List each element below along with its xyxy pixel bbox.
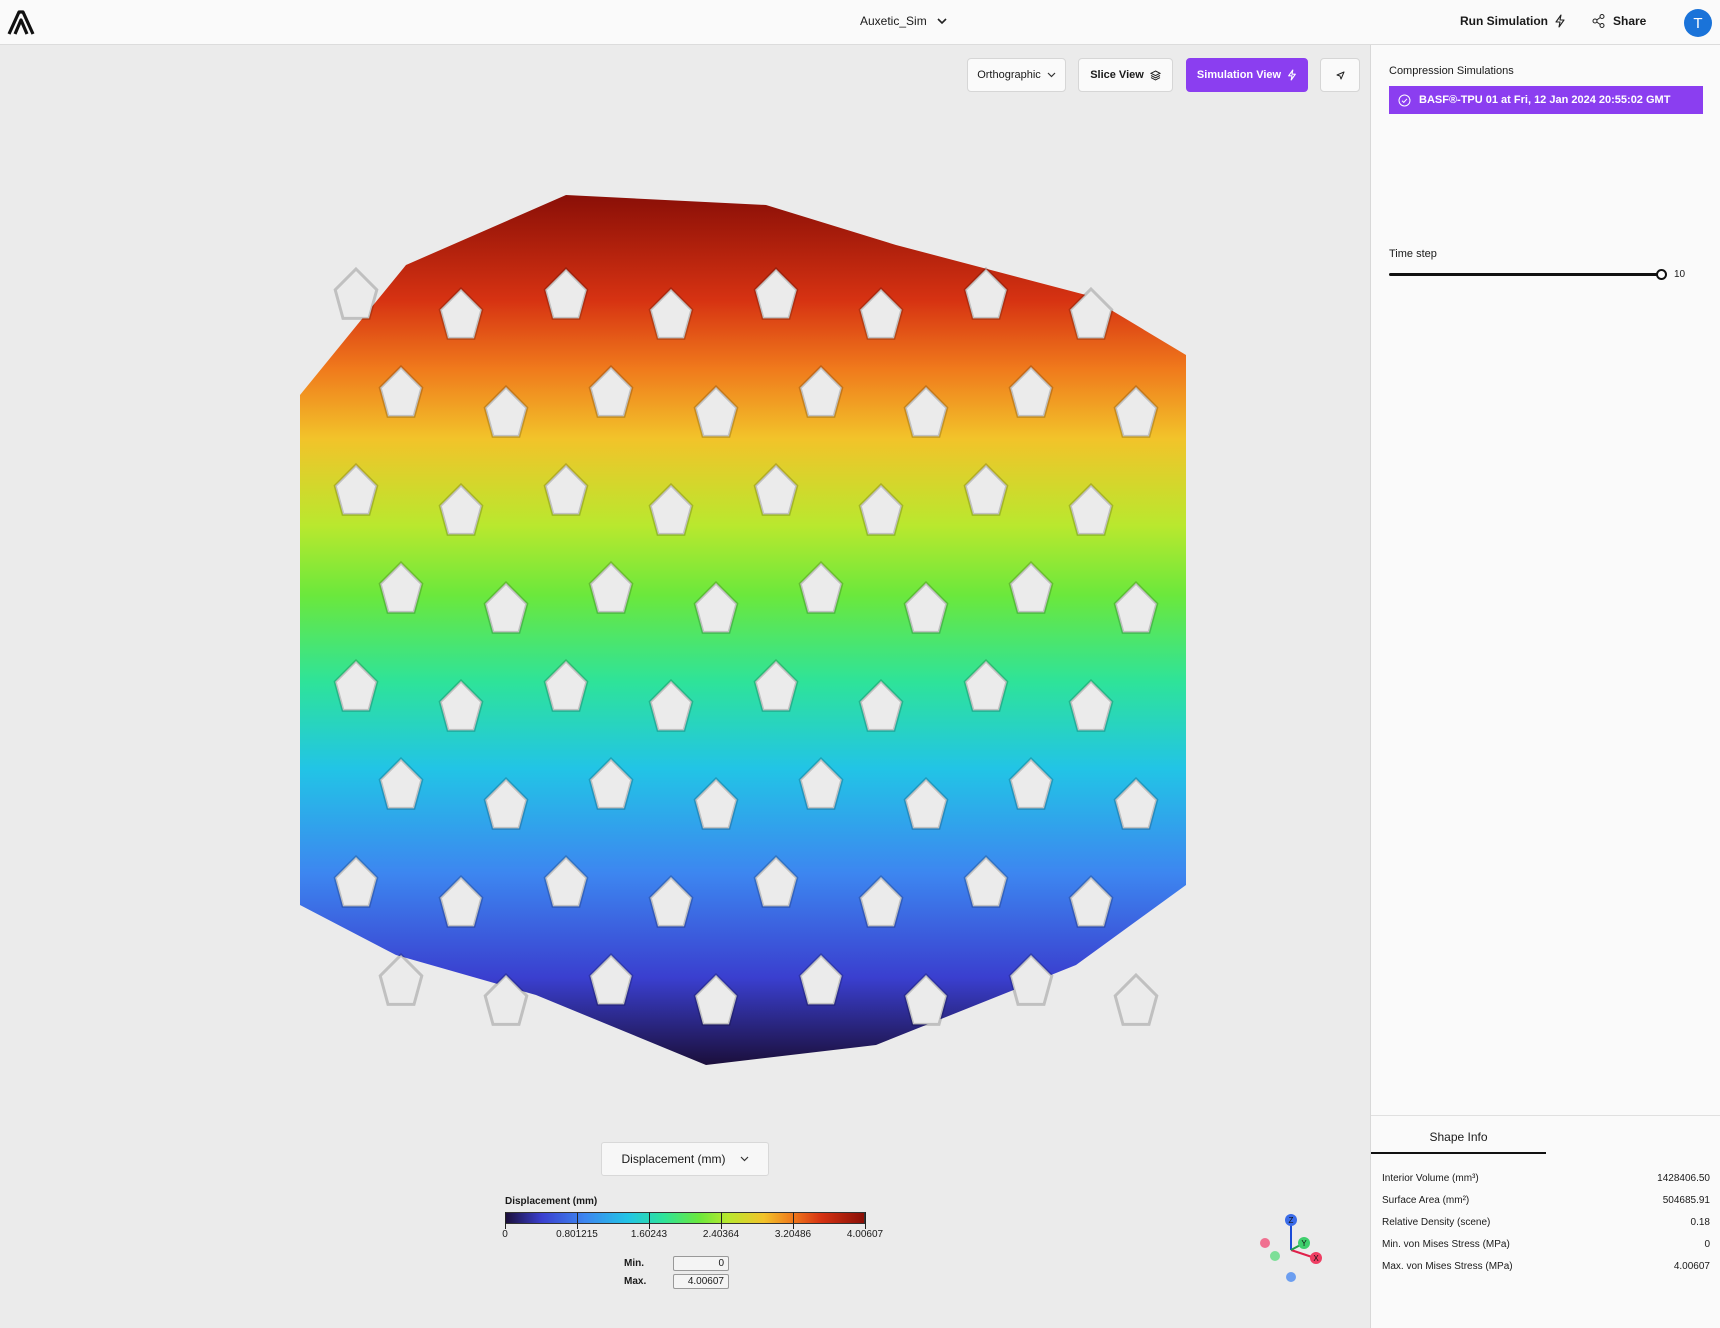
share-button[interactable]: Share [1592, 14, 1646, 28]
colorbar-tick [649, 1212, 650, 1229]
svg-text:Y: Y [1301, 1239, 1307, 1248]
time-step-slider[interactable] [1389, 273, 1661, 276]
legend-title: Displacement (mm) [505, 1196, 598, 1207]
neg-z-handle[interactable] [1286, 1272, 1296, 1282]
lattice-cell [1113, 972, 1159, 1026]
colorbar-tick [721, 1212, 722, 1229]
time-step-slider-thumb[interactable] [1656, 269, 1667, 280]
svg-text:Z: Z [1289, 1216, 1294, 1225]
3d-viewport[interactable]: Orthographic Slice View Simulation View [0, 45, 1370, 1328]
shape-info-row: Min. von Mises Stress (MPa) 0 [1382, 1235, 1710, 1253]
simulation-view-button[interactable]: Simulation View [1186, 58, 1308, 92]
colorbar-tick [865, 1212, 866, 1229]
shape-info-label: Surface Area (mm²) [1382, 1194, 1470, 1206]
tab-shape-info[interactable]: Shape Info [1371, 1121, 1546, 1154]
projection-dropdown[interactable]: Orthographic [967, 58, 1066, 92]
app-logo-icon[interactable] [6, 9, 36, 36]
chevron-down-icon [740, 1156, 748, 1162]
shape-info-label: Interior Volume (mm³) [1382, 1172, 1479, 1184]
min-label: Min. [624, 1258, 644, 1269]
shape-info-row: Interior Volume (mm³) 1428406.50 [1382, 1169, 1710, 1187]
project-selector[interactable]: Auxetic_Sim [860, 14, 947, 28]
colorbar-tick [577, 1212, 578, 1229]
lightning-icon [1288, 69, 1296, 81]
min-input[interactable]: 0 [673, 1256, 729, 1271]
lattice-model-render[interactable] [296, 165, 1186, 1095]
lattice-cell [333, 266, 379, 320]
chevron-down-icon [1047, 72, 1056, 78]
max-input[interactable]: 4.00607 [673, 1274, 729, 1289]
max-label: Max. [624, 1276, 647, 1287]
colorbar-tick-label: 4.00607 [846, 1229, 884, 1240]
shape-info-row: Relative Density (scene) 0.18 [1382, 1213, 1710, 1231]
simulation-list-item[interactable]: BASF®-TPU 01 at Fri, 12 Jan 2024 20:55:0… [1389, 86, 1703, 114]
simulations-heading: Compression Simulations [1389, 65, 1514, 77]
colorbar [505, 1212, 865, 1224]
run-simulation-button[interactable]: Run Simulation [1460, 14, 1566, 28]
project-name: Auxetic_Sim [860, 14, 927, 28]
cursor-icon [1336, 71, 1344, 79]
colorbar-tick-label: 3.20486 [774, 1229, 812, 1240]
lightning-icon [1555, 14, 1565, 28]
right-panel: Compression Simulations BASF®-TPU 01 at … [1370, 45, 1720, 1328]
time-step-label: Time step [1389, 248, 1437, 260]
divider [1371, 1115, 1720, 1116]
chevron-down-icon [937, 17, 947, 24]
check-circle-icon [1398, 94, 1411, 106]
shape-info-value: 1428406.50 [1657, 1172, 1710, 1184]
shape-info-row: Surface Area (mm²) 504685.91 [1382, 1191, 1710, 1209]
lattice-cell [378, 952, 424, 1006]
colorbar-tick-label: 0.801215 [556, 1229, 598, 1240]
neg-x-handle[interactable] [1260, 1238, 1270, 1248]
share-icon [1592, 14, 1605, 28]
neg-y-handle[interactable] [1270, 1251, 1280, 1261]
colorbar-tick [505, 1212, 506, 1229]
shape-info-label: Relative Density (scene) [1382, 1216, 1491, 1228]
shape-info-row: Max. von Mises Stress (MPa) 4.00607 [1382, 1257, 1710, 1275]
slice-view-button[interactable]: Slice View [1078, 58, 1173, 92]
user-avatar[interactable]: T [1684, 9, 1712, 37]
axis-gizmo[interactable]: Z Y X [1255, 1210, 1327, 1282]
colorbar-tick-label: 1.60243 [630, 1229, 668, 1240]
select-tool-button[interactable] [1320, 58, 1360, 92]
layers-icon [1149, 69, 1161, 80]
shape-info-value: 4.00607 [1673, 1260, 1710, 1272]
top-bar: Auxetic_Sim Run Simulation Share T [0, 0, 1720, 45]
shape-info-value: 504685.91 [1662, 1194, 1710, 1206]
shape-info-value: 0 [1704, 1238, 1710, 1250]
colorbar-tick-label: 2.40364 [702, 1229, 740, 1240]
colorbar-tick [793, 1212, 794, 1229]
shape-info-label: Min. von Mises Stress (MPa) [1382, 1238, 1510, 1250]
svg-text:X: X [1313, 1254, 1319, 1263]
colorbar-tick-label: 0 [502, 1229, 508, 1240]
time-step-value: 10 [1674, 269, 1686, 280]
shape-info-value: 0.18 [1690, 1216, 1710, 1228]
result-field-dropdown[interactable]: Displacement (mm) [601, 1142, 769, 1176]
shape-info-label: Max. von Mises Stress (MPa) [1382, 1260, 1513, 1272]
